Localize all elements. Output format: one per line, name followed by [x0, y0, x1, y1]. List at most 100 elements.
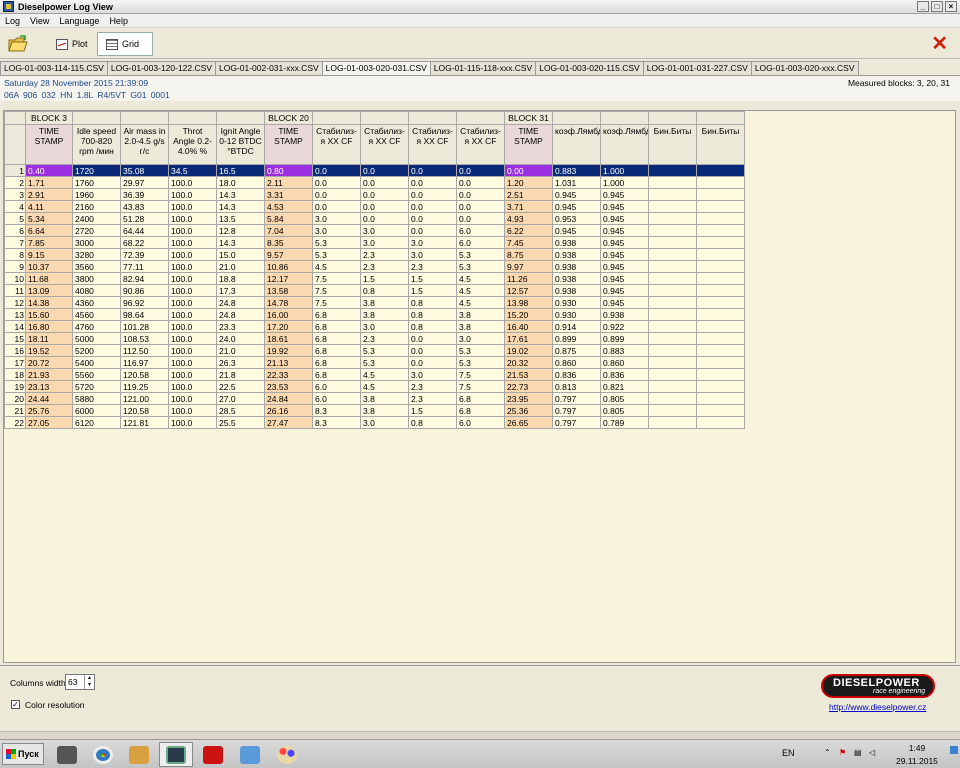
- table-cell[interactable]: 2.3: [360, 260, 409, 273]
- table-cell[interactable]: 0.914: [552, 320, 601, 333]
- table-cell[interactable]: 0.945: [600, 200, 649, 213]
- taskbar-chrome-app[interactable]: [86, 742, 120, 767]
- table-cell[interactable]: 23.95: [504, 392, 553, 405]
- table-cell[interactable]: 12.8: [216, 224, 265, 237]
- table-cell[interactable]: 24.8: [216, 308, 265, 321]
- table-cell[interactable]: 0.930: [552, 296, 601, 309]
- table-cell[interactable]: 1960: [72, 188, 121, 201]
- table-cell[interactable]: 21.93: [25, 368, 73, 381]
- table-cell[interactable]: 0.0: [408, 176, 457, 189]
- table-cell[interactable]: 3.31: [264, 188, 313, 201]
- data-grid[interactable]: BLOCK 3 BLOCK 20 BLOCK 31 TIME STAMP Idle sp…: [3, 110, 956, 663]
- table-cell[interactable]: 116.97: [120, 356, 169, 369]
- table-cell[interactable]: 77.11: [120, 260, 169, 273]
- table-cell[interactable]: 6120: [72, 416, 121, 429]
- tray-expand-icon[interactable]: ⌃: [824, 748, 834, 759]
- language-indicator[interactable]: EN: [782, 748, 795, 758]
- table-cell[interactable]: 6.0: [456, 224, 505, 237]
- table-cell[interactable]: 5.3: [456, 356, 505, 369]
- table-cell[interactable]: 0.805: [600, 392, 649, 405]
- table-cell[interactable]: [696, 416, 745, 429]
- table-cell[interactable]: 0.0: [360, 188, 409, 201]
- close-window-button[interactable]: ×: [945, 1, 957, 12]
- table-cell[interactable]: 6.8: [312, 368, 361, 381]
- table-cell[interactable]: 0.0: [360, 200, 409, 213]
- table-cell[interactable]: 0.789: [600, 416, 649, 429]
- table-cell[interactable]: 21.8: [216, 368, 265, 381]
- table-cell[interactable]: 3.71: [504, 200, 553, 213]
- table-cell[interactable]: 5.3: [456, 344, 505, 357]
- table-cell[interactable]: 24.44: [25, 392, 73, 405]
- table-cell[interactable]: 7.85: [25, 236, 73, 249]
- table-cell[interactable]: [696, 236, 745, 249]
- table-cell[interactable]: 3.0: [456, 332, 505, 345]
- table-cell[interactable]: 2720: [72, 224, 121, 237]
- table-cell[interactable]: 20.72: [25, 356, 73, 369]
- table-cell[interactable]: 8.75: [504, 248, 553, 261]
- menu-log[interactable]: Log: [0, 16, 25, 26]
- table-cell[interactable]: 26.65: [504, 416, 553, 429]
- table-row[interactable]: 14 16.80 4760 101.28 100.0 23.3 17.20 6.8 3.0 0.8…: [4, 320, 745, 333]
- table-cell[interactable]: 0.945: [552, 224, 601, 237]
- table-cell[interactable]: 1.000: [600, 176, 649, 189]
- table-cell[interactable]: 0.0: [408, 332, 457, 345]
- column-header[interactable]: коэф.Лямбда: [600, 124, 649, 165]
- table-cell[interactable]: 100.0: [168, 248, 217, 261]
- table-cell[interactable]: 6.64: [25, 224, 73, 237]
- column-header[interactable]: Стабилиз-я XX CF: [360, 124, 409, 165]
- table-cell[interactable]: 19.02: [504, 344, 553, 357]
- table-cell[interactable]: 3.0: [408, 248, 457, 261]
- table-cell[interactable]: 25.36: [504, 404, 553, 417]
- table-cell[interactable]: 7.5: [312, 284, 361, 297]
- table-cell[interactable]: [648, 392, 697, 405]
- table-cell[interactable]: [696, 308, 745, 321]
- table-cell[interactable]: [648, 176, 697, 189]
- table-cell[interactable]: 9.97: [504, 260, 553, 273]
- table-cell[interactable]: 16.40: [504, 320, 553, 333]
- table-cell[interactable]: 14.78: [264, 296, 313, 309]
- table-cell[interactable]: 0.945: [600, 272, 649, 285]
- table-cell[interactable]: 6.0: [456, 236, 505, 249]
- table-cell[interactable]: 0.938: [552, 272, 601, 285]
- table-cell[interactable]: 4.5: [456, 284, 505, 297]
- table-row[interactable]: 20 24.44 5880 121.00 100.0 27.0 24.84 6.0 3.8 2.3…: [4, 392, 745, 405]
- plot-button[interactable]: Plot: [48, 32, 96, 56]
- table-cell[interactable]: 1.5: [360, 272, 409, 285]
- column-header[interactable]: Стабилиз-я XX CF: [312, 124, 361, 165]
- table-cell[interactable]: 5.3: [312, 236, 361, 249]
- table-cell[interactable]: 29.97: [120, 176, 169, 189]
- table-row[interactable]: 5 5.34 2400 51.28 100.0 13.5 5.84 3.0 0.0 0.0 0.0 4…: [4, 212, 745, 225]
- table-cell[interactable]: 4560: [72, 308, 121, 321]
- table-cell[interactable]: 15.20: [504, 308, 553, 321]
- table-cell[interactable]: 5.3: [456, 248, 505, 261]
- table-cell[interactable]: 3.8: [360, 296, 409, 309]
- table-cell[interactable]: 0.945: [600, 212, 649, 225]
- table-cell[interactable]: 19.52: [25, 344, 73, 357]
- table-cell[interactable]: 100.0: [168, 308, 217, 321]
- table-cell[interactable]: 4.5: [360, 368, 409, 381]
- table-cell[interactable]: 23.13: [25, 380, 73, 393]
- column-header[interactable]: коэф.Лямбда: [552, 124, 601, 165]
- table-cell[interactable]: 0.836: [552, 368, 601, 381]
- table-row[interactable]: 9 10.37 3560 77.11 100.0 21.0 10.86 4.5 2.3 2.3 5.…: [4, 260, 745, 273]
- table-cell[interactable]: 11.68: [25, 272, 73, 285]
- flag-alert-icon[interactable]: ⚑: [839, 748, 849, 759]
- table-cell[interactable]: 96.92: [120, 296, 169, 309]
- table-cell[interactable]: 0.8: [360, 284, 409, 297]
- table-cell[interactable]: 2160: [72, 200, 121, 213]
- table-cell[interactable]: 14.38: [25, 296, 73, 309]
- table-cell[interactable]: [648, 404, 697, 417]
- taskbar-logview-app[interactable]: [159, 742, 193, 767]
- table-cell[interactable]: 0.945: [600, 296, 649, 309]
- table-cell[interactable]: 16.5: [216, 164, 265, 177]
- volume-icon[interactable]: ◁: [869, 748, 879, 759]
- table-cell[interactable]: 4.5: [456, 296, 505, 309]
- table-cell[interactable]: 24.84: [264, 392, 313, 405]
- minimize-button[interactable]: _: [917, 1, 929, 12]
- table-cell[interactable]: [648, 344, 697, 357]
- table-cell[interactable]: 5000: [72, 332, 121, 345]
- table-cell[interactable]: 5.34: [25, 212, 73, 225]
- table-cell[interactable]: 90.86: [120, 284, 169, 297]
- table-cell[interactable]: 0.40: [25, 164, 73, 177]
- table-cell[interactable]: 5.84: [264, 212, 313, 225]
